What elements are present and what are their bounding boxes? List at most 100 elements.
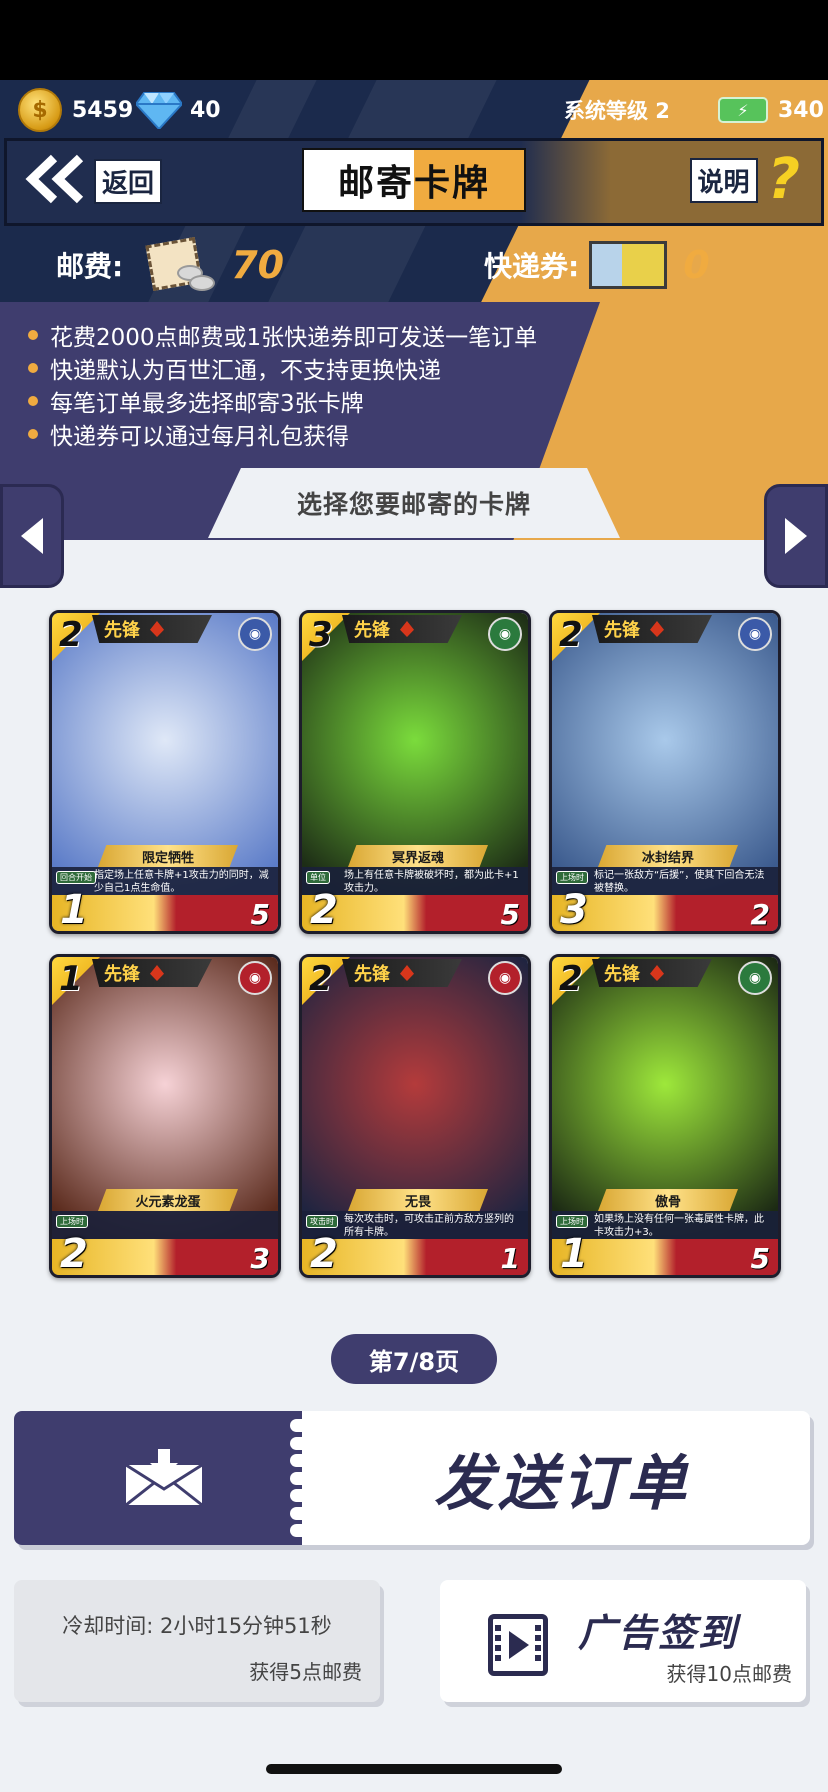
card-role-bar: 先锋	[342, 959, 462, 987]
card-cost: 2	[59, 615, 83, 655]
app-root: $ 5459 40 系统等级 2 ⚡ 340 返回 邮寄卡牌 说明 ? 邮费:	[0, 0, 828, 1792]
back-button[interactable]: 返回	[24, 154, 163, 208]
rank-icon	[400, 965, 414, 981]
help-button[interactable]: 说明 ?	[689, 147, 800, 212]
faction-icon: ◉	[488, 961, 522, 995]
question-mark-icon: ?	[767, 147, 800, 212]
gem-balance: 40	[136, 90, 221, 130]
energy-count: 340	[778, 97, 824, 123]
card-role-bar: 先锋	[342, 615, 462, 643]
express-ticket-icon	[589, 241, 668, 289]
home-indicator	[266, 1764, 562, 1774]
rule-item: 快递默认为百世汇通，不支持更换快递	[28, 351, 537, 384]
page-title: 邮寄卡牌	[302, 148, 526, 212]
energy-battery-icon: ⚡	[718, 97, 768, 123]
rule-item: 花费2000点邮费或1张快递券即可发送一笔订单	[28, 318, 537, 351]
card-trigger-tag: 上场时	[556, 871, 588, 884]
card-role: 先锋	[104, 620, 140, 641]
coin-icon: $	[18, 88, 62, 132]
rules-list: 花费2000点邮费或1张快递券即可发送一笔订单 快递默认为百世汇通，不支持更换快…	[28, 318, 537, 450]
card-role: 先锋	[604, 620, 640, 641]
diamond-icon	[136, 90, 182, 130]
arrow-right-icon	[785, 518, 807, 554]
cooldown-panel: 冷却时间: 2小时15分钟51秒 获得5点邮费	[14, 1580, 380, 1702]
card-attack: 3	[560, 887, 588, 933]
card-item[interactable]: 2 先锋 ◉ 无畏 每次攻击时，可攻击正前方敌方竖列的所有卡牌。 攻击时 2 1	[299, 954, 531, 1278]
coin-count: 5459	[72, 97, 134, 123]
page-title-text: 邮寄卡牌	[337, 163, 490, 204]
rank-icon	[650, 621, 664, 637]
card-health: 3	[250, 1242, 270, 1275]
rank-icon	[150, 621, 164, 637]
rule-item: 每笔订单最多选择邮寄3张卡牌	[28, 384, 537, 417]
card-name: 傲骨	[598, 1189, 738, 1211]
card-attack: 1	[60, 887, 88, 933]
card-role: 先锋	[604, 964, 640, 985]
faction-icon: ◉	[238, 961, 272, 995]
rule-item: 快递券可以通过每月礼包获得	[28, 417, 537, 450]
faction-icon: ◉	[738, 961, 772, 995]
postage-row: 邮费: 70	[56, 230, 284, 300]
express-ticket-label: 快递券:	[484, 250, 580, 283]
card-trigger-tag: 回合开始	[56, 871, 96, 884]
card-trigger-tag: 单位	[306, 871, 330, 884]
card-role-bar: 先锋	[92, 959, 212, 987]
card-attack: 2	[310, 887, 338, 933]
next-page-button[interactable]	[764, 484, 828, 588]
arrow-left-icon	[21, 518, 43, 554]
help-label: 说明	[689, 157, 758, 203]
rank-icon	[400, 621, 414, 637]
card-role-bar: 先锋	[92, 615, 212, 643]
faction-icon: ◉	[488, 617, 522, 651]
card-cost: 1	[59, 959, 83, 999]
card-item[interactable]: 1 先锋 ◉ 火元素龙蛋 上场时 2 3	[49, 954, 281, 1278]
card-health: 2	[750, 898, 770, 931]
card-role: 先锋	[104, 964, 140, 985]
card-attack: 2	[310, 1231, 338, 1277]
express-ticket-value: 0	[683, 243, 710, 287]
ad-checkin-label: 广告签到	[578, 1611, 739, 1655]
ad-checkin-button[interactable]: 广告签到 获得10点邮费	[440, 1580, 806, 1702]
card-trigger-tag: 攻击时	[306, 1215, 338, 1228]
card-item[interactable]: 3 先锋 ◉ 冥界返魂 场上有任意卡牌被破坏时，都为此卡+1攻击力。 单位 2 …	[299, 610, 531, 934]
envelope-icon	[124, 1449, 204, 1507]
card-trigger-tag: 上场时	[56, 1215, 88, 1228]
stamp-icon	[145, 237, 216, 293]
prev-page-button[interactable]	[0, 484, 64, 588]
cooldown-reward: 获得5点邮费	[249, 1660, 362, 1684]
card-item[interactable]: 2 先锋 ◉ 限定牺牲 指定场上任意卡牌+1攻击力的同时，减少自己1点生命值。 …	[49, 610, 281, 934]
rank-icon	[650, 965, 664, 981]
send-order-label: 发送订单	[434, 1448, 690, 1519]
card-role-bar: 先锋	[592, 959, 712, 987]
ad-checkin-reward: 获得10点邮费	[666, 1662, 792, 1686]
card-role-bar: 先锋	[592, 615, 712, 643]
postage-value: 70	[231, 243, 285, 287]
card-cost: 3	[309, 615, 333, 655]
card-health: 5	[500, 898, 520, 931]
send-order-button[interactable]: 发送订单	[14, 1411, 810, 1545]
card-item[interactable]: 2 先锋 ◉ 傲骨 如果场上没有任何一张毒属性卡牌，此卡攻击力+3。 上场时 1…	[549, 954, 781, 1278]
energy-balance: ⚡ 340	[718, 90, 824, 130]
card-role: 先锋	[354, 620, 390, 641]
gem-count: 40	[190, 97, 221, 123]
video-play-icon	[488, 1614, 548, 1676]
express-ticket-row: 快递券: 0	[484, 230, 710, 300]
card-health: 1	[500, 1242, 520, 1275]
card-health: 5	[750, 1242, 770, 1275]
faction-icon: ◉	[738, 617, 772, 651]
postage-label: 邮费:	[56, 250, 124, 283]
card-cost: 2	[559, 615, 583, 655]
card-name: 冰封结界	[598, 845, 738, 867]
card-health: 5	[250, 898, 270, 931]
card-name: 冥界返魂	[348, 845, 488, 867]
card-name: 无畏	[348, 1189, 488, 1211]
card-cost: 2	[559, 959, 583, 999]
double-chevron-left-icon	[24, 154, 86, 208]
card-name: 限定牺牲	[98, 845, 238, 867]
card-attack: 2	[60, 1231, 88, 1277]
card-item[interactable]: 2 先锋 ◉ 冰封结界 标记一张敌方“后援”，使其下回合无法被替换。 上场时 3…	[549, 610, 781, 934]
card-cost: 2	[309, 959, 333, 999]
rank-icon	[150, 965, 164, 981]
section-title: 选择您要邮寄的卡牌	[208, 468, 620, 538]
back-label: 返回	[94, 158, 163, 204]
